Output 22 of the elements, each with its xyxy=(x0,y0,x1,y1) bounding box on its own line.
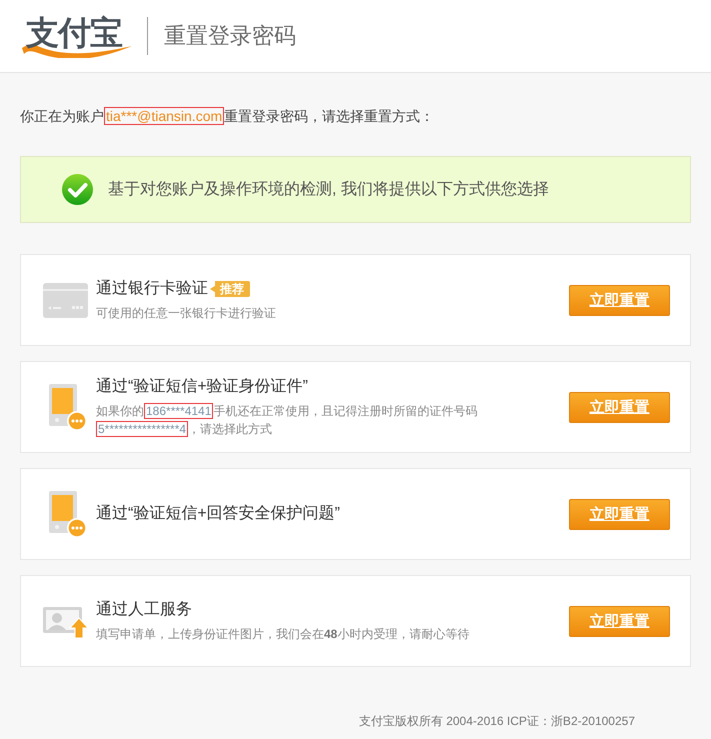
phone-message-icon xyxy=(49,384,87,430)
check-icon xyxy=(62,174,93,205)
copyright-text: 支付宝版权所有 2004-2016 ICP证：浙B2-20100257 xyxy=(358,714,635,728)
reset-button[interactable]: 立即重置 xyxy=(569,498,670,530)
id-photo-upload-icon xyxy=(43,604,88,638)
phone-message-icon xyxy=(49,490,87,538)
reset-button[interactable]: 立即重置 xyxy=(569,284,670,316)
method-title: 通过“验证短信+回答安全保护问题” xyxy=(96,504,340,524)
method-title: 通过银行卡验证 xyxy=(96,278,208,299)
method-description: 如果你的 186****4141 手机还在正常使用，且记得注册时所留的证件号码 5****************4 ，请选择此方式 xyxy=(96,402,478,438)
notice-text: 基于对您账户及操作环境的检测, 我们将提供以下方式供您选择 xyxy=(108,180,549,200)
method-description: 可使用的任意一张银行卡进行验证 xyxy=(96,305,277,322)
intro-text: 你正在为账户 tia***@tiansin.com重置登录密码，请选择重置方式： xyxy=(20,106,436,126)
reset-button[interactable]: 立即重置 xyxy=(569,606,670,636)
logo: 支付宝 xyxy=(20,14,136,58)
bank-card-icon xyxy=(43,282,88,318)
reset-button[interactable]: 立即重置 xyxy=(569,392,670,422)
page-title: 重置登录密码 xyxy=(164,22,296,50)
recommended-badge: 推荐 xyxy=(210,281,250,297)
method-description: 填写申请单，上传身份证件图片，我们会在48小时内受理，请耐心等待 xyxy=(96,626,470,643)
method-title: 通过人工服务 xyxy=(96,600,192,620)
method-title: 通过“验证短信+验证身份证件” xyxy=(96,376,308,397)
